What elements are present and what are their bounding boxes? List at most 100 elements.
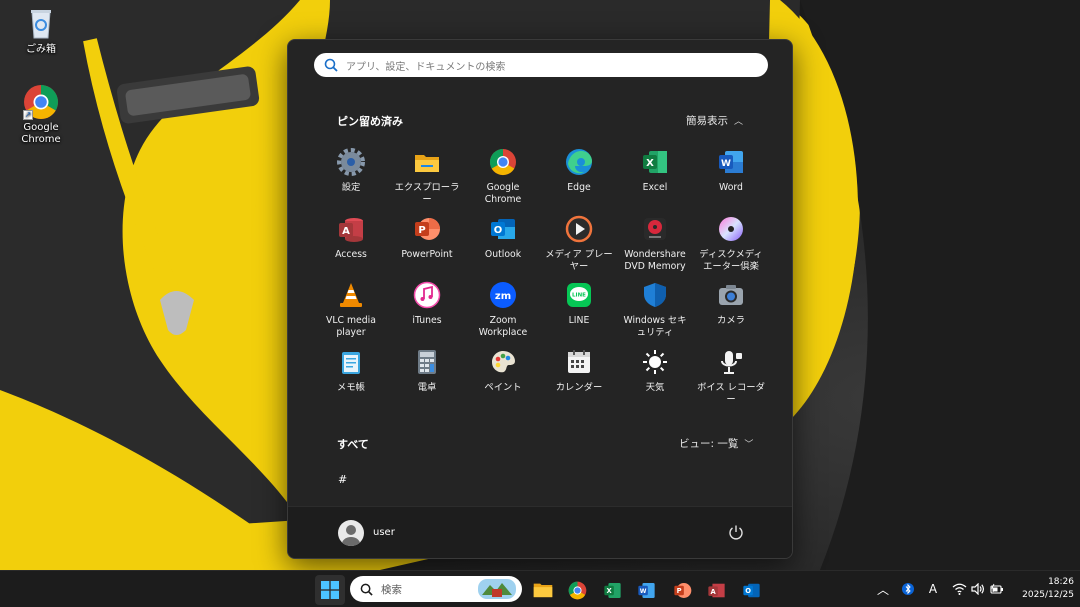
- search-highlight-illustration-icon: [478, 579, 516, 599]
- user-name[interactable]: user: [373, 527, 395, 538]
- taskbar-explorer[interactable]: [528, 575, 558, 605]
- pinned-app-paint[interactable]: ペイント: [465, 348, 541, 415]
- desktop-icon-label: ごみ箱: [26, 44, 56, 55]
- pinned-app-powerpoint[interactable]: P PowerPoint: [389, 215, 465, 282]
- app-label: メディア プレーヤー: [545, 248, 613, 272]
- taskbar-search-box[interactable]: 検索: [350, 576, 522, 602]
- line-icon: LINE: [565, 281, 593, 309]
- powerpoint-icon: P: [413, 215, 441, 243]
- desktop-icon-chrome[interactable]: ↗ Google Chrome: [3, 84, 79, 146]
- pinned-app-notepad[interactable]: メモ帳: [313, 348, 389, 415]
- clock-time: 18:26: [1048, 577, 1074, 587]
- chevron-up-icon: ︿: [734, 117, 744, 127]
- pinned-app-chrome[interactable]: Google Chrome: [465, 148, 541, 215]
- app-label: PowerPoint: [401, 248, 453, 260]
- settings-gear-icon: [337, 148, 365, 176]
- pinned-app-media-player[interactable]: メディア プレーヤー: [541, 215, 617, 282]
- taskbar: 検索 X W P A O ︿ A 18:26 2025/12/25: [0, 570, 1080, 607]
- taskbar-access[interactable]: A: [701, 575, 731, 605]
- pinned-section-title: ピン留め済み: [337, 115, 403, 128]
- pinned-app-itunes[interactable]: iTunes: [389, 281, 465, 348]
- taskbar-clock[interactable]: 18:26 2025/12/25: [1010, 576, 1074, 602]
- volume-icon[interactable]: [970, 580, 986, 598]
- svg-text:X: X: [646, 158, 654, 169]
- app-label: ボイス レコーダー: [697, 381, 765, 405]
- taskbar-excel[interactable]: X: [597, 575, 627, 605]
- svg-text:X: X: [606, 587, 612, 595]
- svg-text:A: A: [710, 587, 716, 595]
- pinned-app-dvd-memory[interactable]: Wondershare DVD Memory: [617, 215, 693, 282]
- search-icon: [360, 583, 373, 596]
- all-apps-view-label: ビュー: 一覧: [679, 438, 739, 450]
- all-apps-section-title: すべて: [337, 438, 369, 451]
- pinned-app-settings[interactable]: 設定: [313, 148, 389, 215]
- user-avatar[interactable]: [338, 520, 364, 546]
- taskbar-start-button[interactable]: [315, 575, 345, 605]
- app-label: Excel: [642, 182, 668, 193]
- pinned-toggle-button[interactable]: 簡易表示 ︿: [686, 113, 743, 128]
- power-icon[interactable]: [728, 524, 744, 540]
- excel-icon: X: [603, 582, 621, 598]
- calculator-icon: [413, 348, 441, 376]
- outlook-icon: O: [742, 583, 760, 597]
- ime-indicator[interactable]: A: [925, 580, 941, 598]
- pinned-app-edge[interactable]: Edge: [541, 148, 617, 215]
- pinned-app-calculator[interactable]: 電卓: [389, 348, 465, 415]
- app-label: ペイント: [484, 381, 522, 393]
- chrome-icon: [489, 148, 517, 176]
- taskbar-powerpoint[interactable]: P: [667, 575, 697, 605]
- search-icon: [324, 58, 338, 72]
- powerpoint-icon: P: [673, 582, 691, 598]
- pinned-app-word[interactable]: W Word: [693, 148, 769, 215]
- start-menu-footer: user: [288, 506, 792, 558]
- taskbar-outlook[interactable]: O: [736, 575, 766, 605]
- taskbar-search-placeholder: 検索: [381, 583, 402, 596]
- pinned-app-zoom[interactable]: zm Zoom Workplace: [465, 281, 541, 348]
- search-placeholder: アプリ、設定、ドキュメントの検索: [346, 61, 506, 73]
- access-icon: A: [707, 583, 725, 597]
- pinned-app-camera[interactable]: カメラ: [693, 281, 769, 348]
- pinned-toggle-label: 簡易表示: [686, 115, 728, 127]
- chrome-icon: [568, 581, 586, 599]
- svg-text:P: P: [676, 587, 681, 595]
- pinned-app-access[interactable]: A Access: [313, 215, 389, 282]
- pinned-app-weather[interactable]: 天気: [617, 348, 693, 415]
- app-label: メモ帳: [337, 381, 365, 393]
- pinned-app-calendar[interactable]: カレンダー: [541, 348, 617, 415]
- pinned-apps-grid: 設定 エクスプローラー Google Chrome Edge X Excel W…: [313, 148, 769, 414]
- pinned-app-line[interactable]: LINE LINE: [541, 281, 617, 348]
- bluetooth-icon[interactable]: [900, 580, 916, 598]
- itunes-icon: [413, 281, 441, 309]
- svg-text:W: W: [639, 588, 646, 595]
- taskbar-chrome[interactable]: [562, 575, 592, 605]
- pinned-app-windows-security[interactable]: Windows セキュリティ: [617, 281, 693, 348]
- start-search-box[interactable]: アプリ、設定、ドキュメントの検索: [314, 53, 768, 77]
- wifi-icon[interactable]: [950, 580, 968, 598]
- pinned-app-outlook[interactable]: O Outlook: [465, 215, 541, 282]
- all-apps-view-button[interactable]: ビュー: 一覧 ﹀: [679, 436, 753, 451]
- access-icon: A: [337, 215, 365, 243]
- app-label: Outlook: [484, 248, 522, 260]
- pinned-app-excel[interactable]: X Excel: [617, 148, 693, 215]
- svg-text:W: W: [721, 159, 731, 169]
- pinned-app-vlc[interactable]: VLC media player: [313, 281, 389, 348]
- pinned-app-explorer[interactable]: エクスプローラー: [389, 148, 465, 215]
- all-apps-group-header[interactable]: #: [338, 473, 347, 486]
- app-label: Windows セキュリティ: [623, 315, 687, 338]
- app-label: Edge: [567, 182, 591, 193]
- pinned-app-disc-mediator[interactable]: ディスクメディエーター倶楽: [693, 215, 769, 282]
- notepad-icon: [337, 348, 365, 376]
- word-icon: W: [637, 582, 655, 598]
- desktop-icon-recycle-bin[interactable]: ごみ箱: [3, 6, 79, 56]
- chevron-down-icon: ﹀: [744, 440, 754, 450]
- app-label: ディスクメディエーター倶楽: [699, 248, 763, 272]
- weather-sun-icon: [641, 348, 669, 376]
- tray-overflow-chevron-icon[interactable]: ︿: [875, 580, 891, 598]
- chrome-icon: ↗: [23, 84, 59, 120]
- svg-text:O: O: [745, 587, 751, 595]
- zoom-icon: zm: [489, 281, 517, 309]
- pinned-app-voice-recorder[interactable]: ボイス レコーダー: [693, 348, 769, 415]
- battery-icon[interactable]: [989, 580, 1005, 598]
- taskbar-word[interactable]: W: [631, 575, 661, 605]
- app-label: Zoom Workplace: [478, 315, 528, 338]
